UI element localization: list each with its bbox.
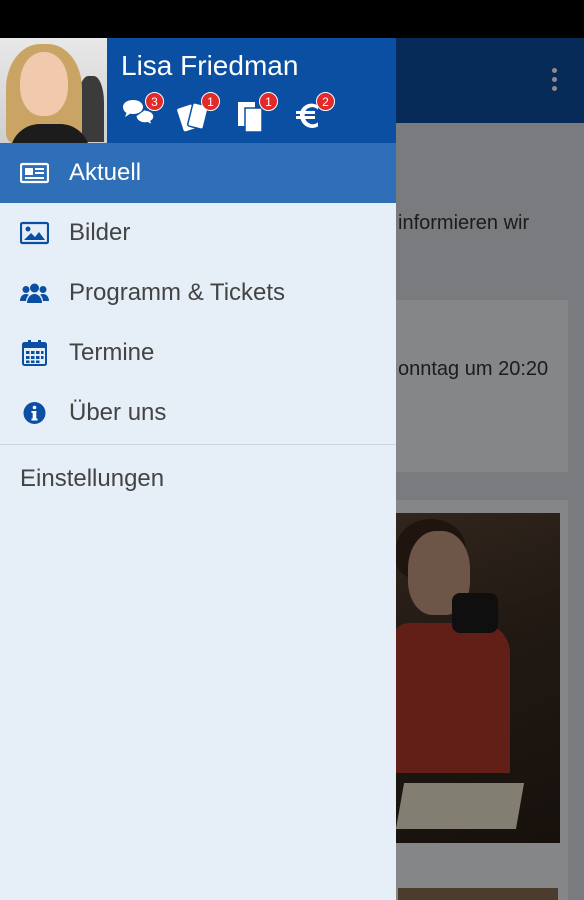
menu-item-label: Bilder (69, 219, 131, 246)
chat-bubbles-icon[interactable]: 3 (120, 92, 164, 134)
avatar[interactable] (0, 38, 107, 143)
drawer-menu: Aktuell Bilder Programm & Tickets Termin… (0, 143, 396, 511)
documents-icon[interactable]: 1 (234, 92, 278, 134)
newspaper-icon (19, 159, 50, 187)
user-name: Lisa Friedman (121, 50, 299, 81)
menu-item-label: Über uns (69, 399, 167, 426)
badge: 1 (201, 92, 220, 111)
menu-item-label: Programm & Tickets (69, 279, 286, 306)
menu-item-termine[interactable]: Termine (0, 323, 396, 383)
menu-item-programm-tickets[interactable]: Programm & Tickets (0, 263, 396, 323)
menu-item-ueber-uns[interactable]: Über uns (0, 383, 396, 443)
badge: 2 (316, 92, 335, 111)
menu-item-label: Termine (69, 339, 155, 366)
image-icon (19, 219, 50, 247)
menu-item-bilder[interactable]: Bilder (0, 203, 396, 263)
menu-item-einstellungen[interactable]: Einstellungen (0, 445, 396, 511)
navigation-drawer: Lisa Friedman 3 1 1 2 Aktuell Bilder Pro… (0, 38, 396, 900)
calendar-icon (20, 339, 49, 367)
menu-item-label: Aktuell (69, 159, 142, 186)
status-bar (0, 0, 584, 38)
tickets-icon[interactable]: 1 (176, 92, 220, 134)
menu-item-aktuell[interactable]: Aktuell (0, 143, 396, 203)
users-icon (20, 279, 49, 307)
euro-icon[interactable]: 2 (291, 92, 335, 134)
info-icon (20, 399, 49, 427)
badge: 3 (145, 92, 164, 111)
drawer-header: Lisa Friedman 3 1 1 2 (0, 38, 396, 143)
settings-label: Einstellungen (20, 465, 165, 492)
badge: 1 (259, 92, 278, 111)
